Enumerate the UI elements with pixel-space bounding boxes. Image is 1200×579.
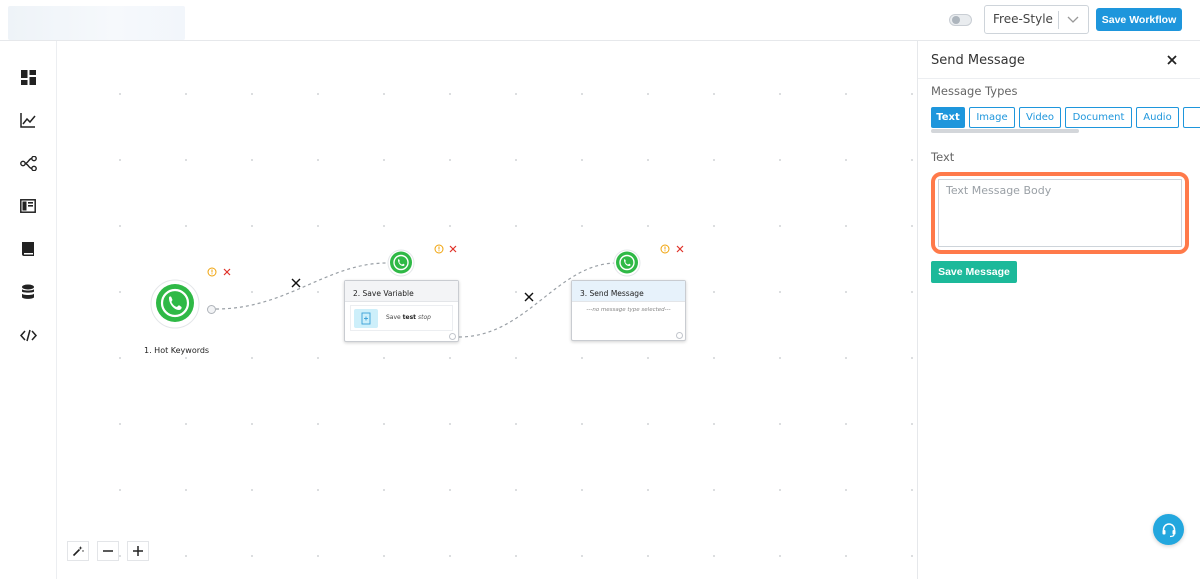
- send-message-panel: Send Message Message Types Text Image Vi…: [917, 41, 1200, 579]
- minus-icon: [103, 550, 113, 552]
- tab-video[interactable]: Video: [1019, 107, 1061, 128]
- node-empty-text: ---no message type selected---: [586, 307, 671, 313]
- template-layout-icon: [20, 199, 36, 213]
- warning-icon: [207, 267, 217, 277]
- tab-audio[interactable]: Audio: [1136, 107, 1179, 128]
- whatsapp-icon[interactable]: [613, 249, 641, 277]
- save-variable-node[interactable]: 2. Save Variable Save test stop: [344, 280, 459, 342]
- sidebar-item-workflows[interactable]: [19, 154, 37, 172]
- zoom-in-button[interactable]: [127, 541, 149, 561]
- sidebar-item-analytics[interactable]: [19, 111, 37, 129]
- variable-icon: [354, 309, 378, 328]
- mode-select-value: Free-Style: [993, 12, 1053, 26]
- tab-image[interactable]: Image: [969, 107, 1015, 128]
- close-icon[interactable]: [1165, 53, 1179, 67]
- output-port[interactable]: [207, 305, 216, 314]
- book-icon: [22, 242, 34, 256]
- left-sidebar: [0, 41, 57, 579]
- highlight-outline: [931, 172, 1189, 254]
- whatsapp-icon[interactable]: [150, 279, 200, 329]
- delete-node-icon[interactable]: [222, 267, 232, 277]
- code-icon: [19, 329, 37, 341]
- sidebar-item-database[interactable]: [19, 283, 37, 301]
- warning-icon: [434, 244, 444, 254]
- sidebar-item-developer[interactable]: [19, 326, 37, 344]
- remove-connection-icon: [524, 292, 534, 302]
- text-message-body-input[interactable]: [938, 179, 1182, 247]
- app-logo: [8, 6, 185, 40]
- magic-wand-button[interactable]: [67, 541, 89, 561]
- headset-icon: [1162, 522, 1175, 537]
- panel-title: Send Message: [931, 53, 1025, 68]
- zoom-out-button[interactable]: [97, 541, 119, 561]
- sidebar-item-library[interactable]: [19, 240, 37, 258]
- tab-document[interactable]: Document: [1065, 107, 1132, 128]
- delete-node-icon[interactable]: [448, 244, 458, 254]
- output-port[interactable]: [676, 332, 683, 339]
- node-label: 1. Hot Keywords: [144, 346, 210, 355]
- send-message-node[interactable]: 3. Send Message ---no message type selec…: [571, 280, 686, 341]
- message-type-tabs: Text Image Video Document Audio: [931, 107, 1200, 128]
- warning-icon: [660, 244, 670, 254]
- analytics-chart-icon: [20, 112, 36, 128]
- remove-connection-icon: [291, 278, 301, 288]
- text-label: Text: [931, 150, 955, 164]
- database-icon: [22, 284, 34, 299]
- tabs-scrollbar[interactable]: [931, 129, 1079, 133]
- workflow-canvas[interactable]: 1. Hot Keywords 2. Save Variable Save te…: [57, 41, 917, 579]
- sidebar-item-dashboard[interactable]: [19, 68, 37, 86]
- output-port[interactable]: [449, 333, 456, 340]
- node-body: Save test stop: [350, 305, 453, 331]
- plus-icon: [133, 546, 143, 556]
- whatsapp-icon[interactable]: [387, 249, 415, 277]
- message-types-label: Message Types: [931, 84, 1018, 98]
- panel-divider: [918, 78, 1200, 79]
- save-message-button[interactable]: Save Message: [931, 261, 1017, 283]
- mode-toggle[interactable]: [949, 14, 972, 26]
- mode-select[interactable]: Free-Style: [984, 5, 1089, 34]
- support-chat-button[interactable]: [1153, 514, 1184, 545]
- workflow-share-icon: [19, 155, 37, 171]
- delete-node-icon[interactable]: [675, 244, 685, 254]
- top-bar: Free-Style Save Workflow: [0, 0, 1200, 41]
- magic-wand-icon: [72, 546, 84, 557]
- chevron-down-icon: [1067, 16, 1079, 23]
- node-summary: Save test stop: [386, 314, 431, 321]
- sidebar-item-templates[interactable]: [19, 197, 37, 215]
- node-title: 2. Save Variable: [345, 281, 458, 302]
- select-separator: [1058, 11, 1059, 29]
- dashboard-icon: [20, 69, 36, 85]
- node-title: 3. Send Message: [572, 281, 685, 302]
- tab-text[interactable]: Text: [931, 107, 965, 128]
- tab-more[interactable]: [1183, 107, 1200, 128]
- save-workflow-button[interactable]: Save Workflow: [1096, 8, 1182, 31]
